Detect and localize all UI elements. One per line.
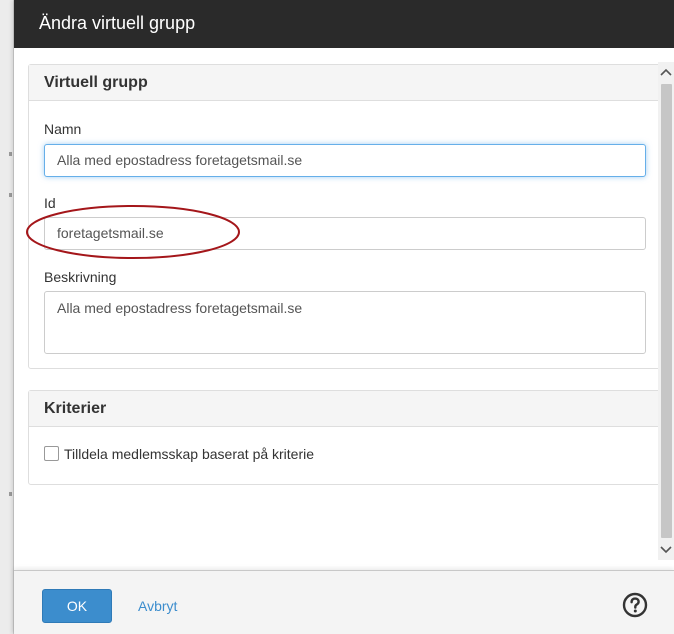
chevron-up-icon[interactable]: [658, 62, 674, 82]
name-input[interactable]: Alla med epostadress foretagetsmail.se: [44, 144, 646, 177]
description-textarea[interactable]: Alla med epostadress foretagetsmail.se: [44, 291, 646, 354]
background-fragment: [9, 152, 12, 156]
background-fragment: [9, 193, 12, 197]
criteria-panel: Kriterier Tilldela medlemsskap baserat p…: [28, 390, 661, 485]
scrollbar-thumb[interactable]: [661, 84, 672, 538]
virtual-group-heading: Virtuell grupp: [29, 65, 660, 101]
cancel-link[interactable]: Avbryt: [138, 598, 177, 614]
dialog-footer: OK Avbryt: [14, 570, 674, 634]
chevron-down-icon[interactable]: [658, 540, 674, 560]
dialog-header: Ändra virtuell grupp: [14, 0, 674, 48]
id-label: Id: [44, 195, 56, 211]
name-label: Namn: [44, 121, 82, 137]
edit-virtual-group-dialog: Ändra virtuell grupp Virtuell grupp Namn…: [14, 0, 674, 634]
question-circle-icon[interactable]: [622, 592, 648, 618]
dialog-title: Ändra virtuell grupp: [39, 13, 196, 33]
criteria-checkbox[interactable]: [44, 446, 59, 461]
criteria-checkbox-label[interactable]: Tilldela medlemsskap baserat på kriterie: [64, 446, 314, 462]
criteria-heading: Kriterier: [29, 391, 660, 427]
background-page: [0, 0, 14, 634]
virtual-group-panel: Virtuell grupp Namn Alla med epostadress…: [28, 64, 661, 369]
background-fragment: [9, 492, 12, 496]
id-input[interactable]: foretagetsmail.se: [44, 217, 646, 250]
ok-button[interactable]: OK: [42, 589, 112, 623]
dialog-scrollbar[interactable]: [658, 62, 674, 560]
dialog-body: Virtuell grupp Namn Alla med epostadress…: [14, 48, 674, 570]
description-label: Beskrivning: [44, 269, 117, 285]
